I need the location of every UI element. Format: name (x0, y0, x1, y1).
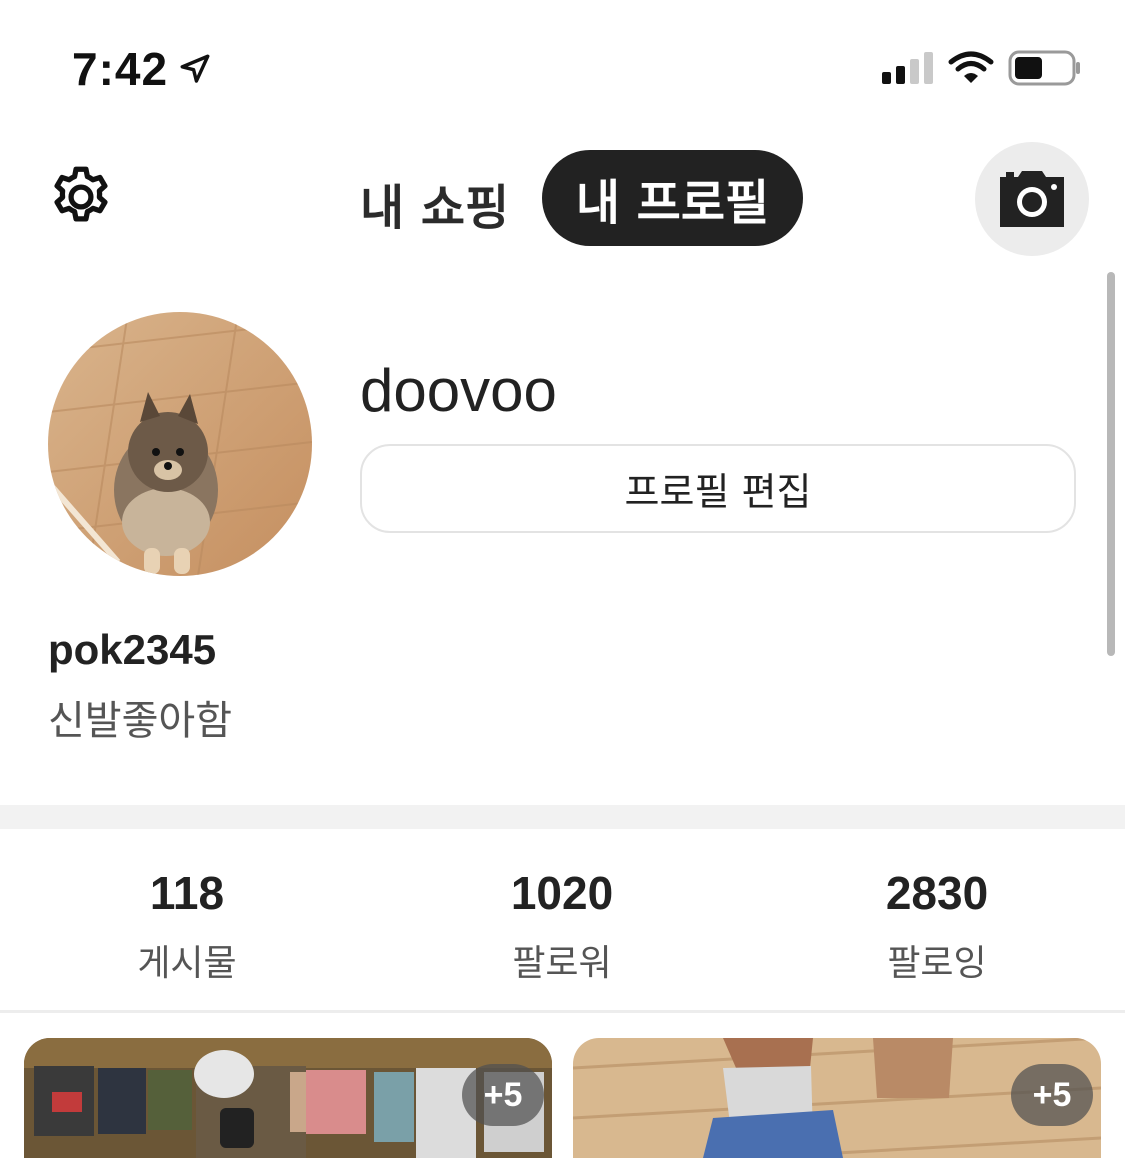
more-images-badge: +5 (462, 1064, 544, 1126)
location-arrow-icon (180, 54, 210, 83)
camera-icon (1000, 171, 1064, 227)
camera-button[interactable] (975, 142, 1089, 256)
display-name: doovoo (360, 357, 557, 424)
stat-following[interactable]: 2830 팔로잉 (787, 866, 1087, 986)
stat-posts-label: 게시물 (137, 943, 237, 984)
scrollbar[interactable] (1107, 272, 1115, 656)
stat-posts[interactable]: 118 게시물 (37, 866, 337, 986)
edit-profile-button[interactable]: 프로필 편집 (360, 444, 1076, 533)
tab-my-shopping[interactable]: 내 쇼핑 (360, 168, 509, 238)
stat-posts-count: 118 (149, 867, 225, 919)
avatar[interactable] (48, 312, 312, 576)
stat-following-count: 2830 (885, 867, 989, 919)
stat-following-label: 팔로잉 (887, 943, 987, 984)
stats-divider (0, 1010, 1125, 1013)
wifi-icon (948, 51, 994, 83)
bio: 신발좋아함 (48, 698, 232, 744)
post-thumbnail[interactable]: +5 (24, 1038, 552, 1158)
dog-photo (48, 312, 312, 576)
battery-icon (1008, 50, 1080, 86)
status-time: 7:42 (72, 43, 169, 95)
stat-followers-count: 1020 (510, 867, 614, 919)
gear-icon[interactable] (46, 162, 116, 232)
post-thumbnail[interactable]: +5 (573, 1038, 1101, 1158)
tab-my-profile[interactable]: 내 프로필 (542, 150, 803, 246)
signal-icon (882, 52, 933, 84)
section-divider (0, 805, 1125, 829)
more-images-badge: +5 (1011, 1064, 1093, 1126)
username: pok2345 (48, 626, 217, 673)
stat-followers[interactable]: 1020 팔로워 (412, 866, 712, 986)
stat-followers-label: 팔로워 (512, 943, 612, 984)
